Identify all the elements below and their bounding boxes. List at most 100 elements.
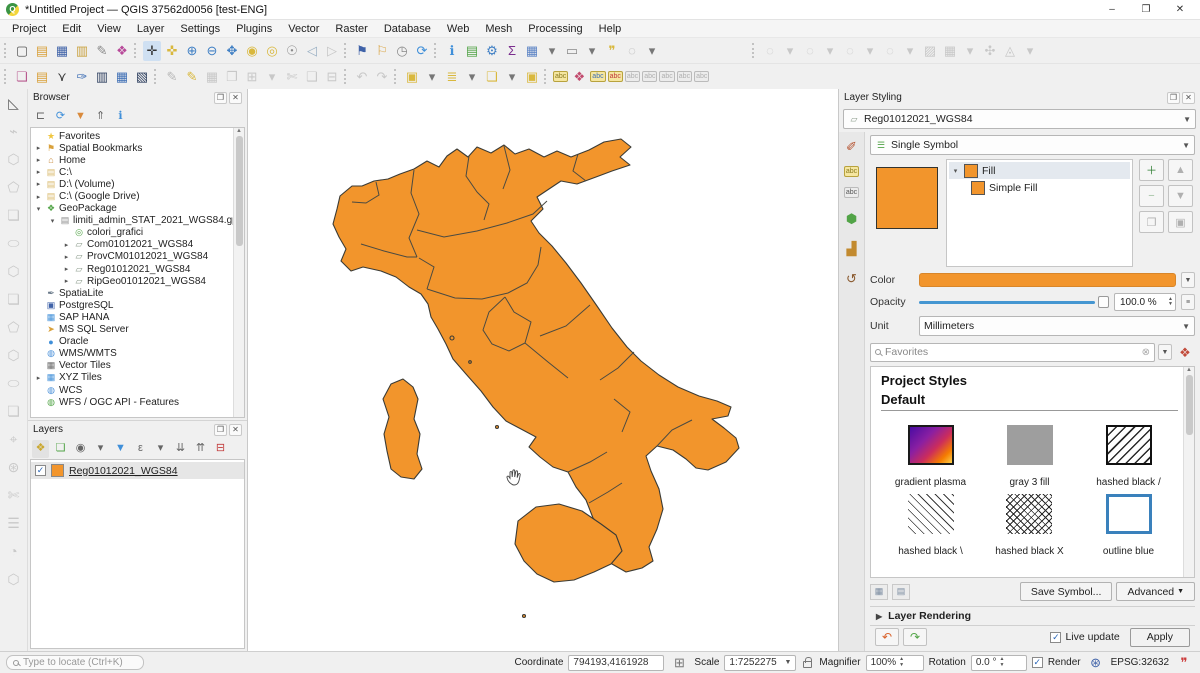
- menu-vector[interactable]: Vector: [280, 22, 327, 36]
- menu-raster[interactable]: Raster: [327, 22, 375, 36]
- reshape-icon[interactable]: ☰: [5, 513, 23, 533]
- menu-project[interactable]: Project: [4, 22, 54, 36]
- styling-undock-button[interactable]: ❐: [1167, 92, 1180, 104]
- style-search-input[interactable]: Favorites ⊗: [870, 343, 1155, 362]
- opacity-slider[interactable]: [919, 295, 1109, 309]
- expander-icon[interactable]: ▸: [62, 277, 71, 285]
- digitize-curve-icon[interactable]: ⬠: [5, 317, 23, 337]
- data-source-manager-icon[interactable]: ❏: [13, 67, 31, 87]
- manage-themes-icon[interactable]: ◉: [72, 440, 89, 458]
- browser-item-google-drive[interactable]: ▸ ▤ C:\ (Google Drive): [32, 190, 232, 202]
- copy-move-icon[interactable]: ⬭: [5, 373, 23, 393]
- style-undo-button[interactable]: ↶: [875, 628, 899, 646]
- browser-item-favorites[interactable]: ★ Favorites: [32, 130, 232, 142]
- browser-item-wfs[interactable]: ◍ WFS / OGC API - Features: [32, 396, 232, 408]
- browser-item-home[interactable]: ▸ ⌂ Home: [32, 154, 232, 166]
- move-feature-icon[interactable]: ⬡: [5, 345, 23, 365]
- zoom-full-icon[interactable]: ✥: [223, 41, 241, 61]
- attribute-table-icon[interactable]: ▤: [463, 41, 481, 61]
- map-canvas[interactable]: [248, 89, 838, 651]
- edit-label-icon[interactable]: abc: [694, 71, 709, 82]
- browser-item-c-drive[interactable]: ▸ ▤ C:\: [32, 166, 232, 178]
- temporal-controller-icon[interactable]: ◷: [393, 41, 411, 61]
- save-symbol-button[interactable]: Save Symbol...: [1020, 582, 1113, 601]
- style-redo-button[interactable]: ↷: [903, 628, 927, 646]
- layout-manager-icon[interactable]: ✎: [93, 41, 111, 61]
- menu-settings[interactable]: Settings: [172, 22, 228, 36]
- show-bookmarks-icon[interactable]: ⚐: [373, 41, 391, 61]
- deselect-dropdown-icon[interactable]: ▾: [503, 67, 521, 87]
- expander-icon[interactable]: ▸: [34, 193, 43, 201]
- duplicate-symbol-layer-icon[interactable]: ❐: [1139, 211, 1164, 233]
- style-hashed-black-fwd[interactable]: hashed black /: [1096, 425, 1161, 488]
- expander-icon[interactable]: ▸: [34, 180, 43, 188]
- annotation-line-icon[interactable]: ⌁: [5, 121, 23, 141]
- measure-geometry-icon[interactable]: ◺: [5, 93, 23, 113]
- new-project-icon[interactable]: ▢: [13, 41, 31, 61]
- digitize-shape-icon[interactable]: ⬡: [5, 149, 23, 169]
- rotate-label-icon[interactable]: abc: [659, 71, 674, 82]
- layers-undock-button[interactable]: ❐: [214, 424, 227, 436]
- layer-diagram-icon[interactable]: ❖: [570, 67, 588, 87]
- expander-icon[interactable]: ▸: [34, 168, 43, 176]
- tab-masks-icon[interactable]: abc: [844, 187, 859, 198]
- statistical-summary-icon[interactable]: Σ: [503, 41, 521, 61]
- menu-processing[interactable]: Processing: [520, 22, 590, 36]
- copy-features-icon[interactable]: ❑: [303, 67, 321, 87]
- renderer-combo[interactable]: ☰ Single Symbol ▼: [870, 135, 1195, 155]
- rotate-disabled-icon[interactable]: ◬: [1001, 41, 1019, 61]
- filter-expression-icon[interactable]: ε: [132, 440, 149, 458]
- measure-icon[interactable]: ▭: [563, 41, 581, 61]
- browser-item-wcs[interactable]: ◍ WCS: [32, 384, 232, 396]
- style-hashed-black-x[interactable]: hashed black X: [995, 494, 1063, 557]
- tab-symbology-icon[interactable]: ✐: [843, 136, 861, 156]
- style-outline-blue[interactable]: outline blue: [1103, 494, 1154, 557]
- browser-item-xyz-tiles[interactable]: ▸ ▦ XYZ Tiles: [32, 372, 232, 384]
- pin-labels-icon[interactable]: abc: [590, 71, 605, 82]
- layer-visibility-checkbox[interactable]: ✓: [35, 465, 46, 476]
- zoom-to-layer-icon[interactable]: ◎: [263, 41, 281, 61]
- crs-indicator[interactable]: EPSG:32632: [1111, 657, 1169, 668]
- digitize-regular-icon[interactable]: ❏: [5, 289, 23, 309]
- collapse-tree-icon[interactable]: ⊏: [32, 108, 49, 126]
- move-up-icon[interactable]: ▲: [1168, 159, 1193, 181]
- tab-diagrams-icon[interactable]: ▟: [843, 238, 861, 258]
- layers-close-button[interactable]: ✕: [229, 424, 242, 436]
- add-ring-icon[interactable]: ⊛: [5, 457, 23, 477]
- highlight-labels-icon[interactable]: abc: [608, 71, 623, 82]
- dd5-icon[interactable]: ▾: [961, 41, 979, 61]
- tab-3d-view-icon[interactable]: ⬢: [843, 208, 861, 228]
- undo-icon[interactable]: ↶: [353, 67, 371, 87]
- browser-item-geopackage[interactable]: ▾ ❖ GeoPackage: [32, 203, 232, 215]
- rotate-feature-icon[interactable]: ❏: [5, 401, 23, 421]
- measure-dropdown-icon[interactable]: ▾: [583, 41, 601, 61]
- style-manager-icon[interactable]: ❖: [113, 41, 131, 61]
- zoom-out-icon[interactable]: ⊖: [203, 41, 221, 61]
- select-radius-disabled-icon[interactable]: ◌: [881, 41, 899, 61]
- rotation-spinbox[interactable]: 0.0 °▲▼: [971, 655, 1027, 671]
- browser-item-mssql[interactable]: ➤ MS SQL Server: [32, 324, 232, 336]
- zoom-to-selection-icon[interactable]: ◉: [243, 41, 261, 61]
- delete-features-icon[interactable]: ⊟: [323, 67, 341, 87]
- style-manager-icon[interactable]: ❖: [1176, 342, 1194, 362]
- dd1-icon[interactable]: ▾: [781, 41, 799, 61]
- save-project-icon[interactable]: ▦: [53, 41, 71, 61]
- open-project-icon[interactable]: ▤: [33, 41, 51, 61]
- add-raster-icon[interactable]: ▦: [113, 67, 131, 87]
- menu-mesh[interactable]: Mesh: [477, 22, 520, 36]
- filter-browser-icon[interactable]: ▼: [72, 108, 89, 126]
- style-gray-3-fill[interactable]: gray 3 fill: [1007, 425, 1053, 488]
- collapse-all-icon[interactable]: ⇑: [92, 108, 109, 126]
- browser-item-postgresql[interactable]: ▣ PostgreSQL: [32, 299, 232, 311]
- layer-rendering-section[interactable]: ▶ Layer Rendering: [870, 606, 1195, 626]
- identify-features-icon[interactable]: ℹ: [443, 41, 461, 61]
- browser-item-sap-hana[interactable]: ▦ SAP HANA: [32, 311, 232, 323]
- expander-icon[interactable]: ▸: [62, 253, 71, 261]
- tab-history-icon[interactable]: ↺: [843, 268, 861, 288]
- deselect-all-icon[interactable]: ❏: [483, 67, 501, 87]
- offset-curve-icon[interactable]: ◔: [5, 541, 23, 561]
- browser-item-spatial-bookmarks[interactable]: ▸ ⚑ Spatial Bookmarks: [32, 142, 232, 154]
- browser-item-oracle[interactable]: ● Oracle: [32, 336, 232, 348]
- browser-item-reg[interactable]: ▸ ▱ Reg01012021_WGS84: [32, 263, 232, 275]
- search-dropdown-icon[interactable]: ▾: [643, 41, 661, 61]
